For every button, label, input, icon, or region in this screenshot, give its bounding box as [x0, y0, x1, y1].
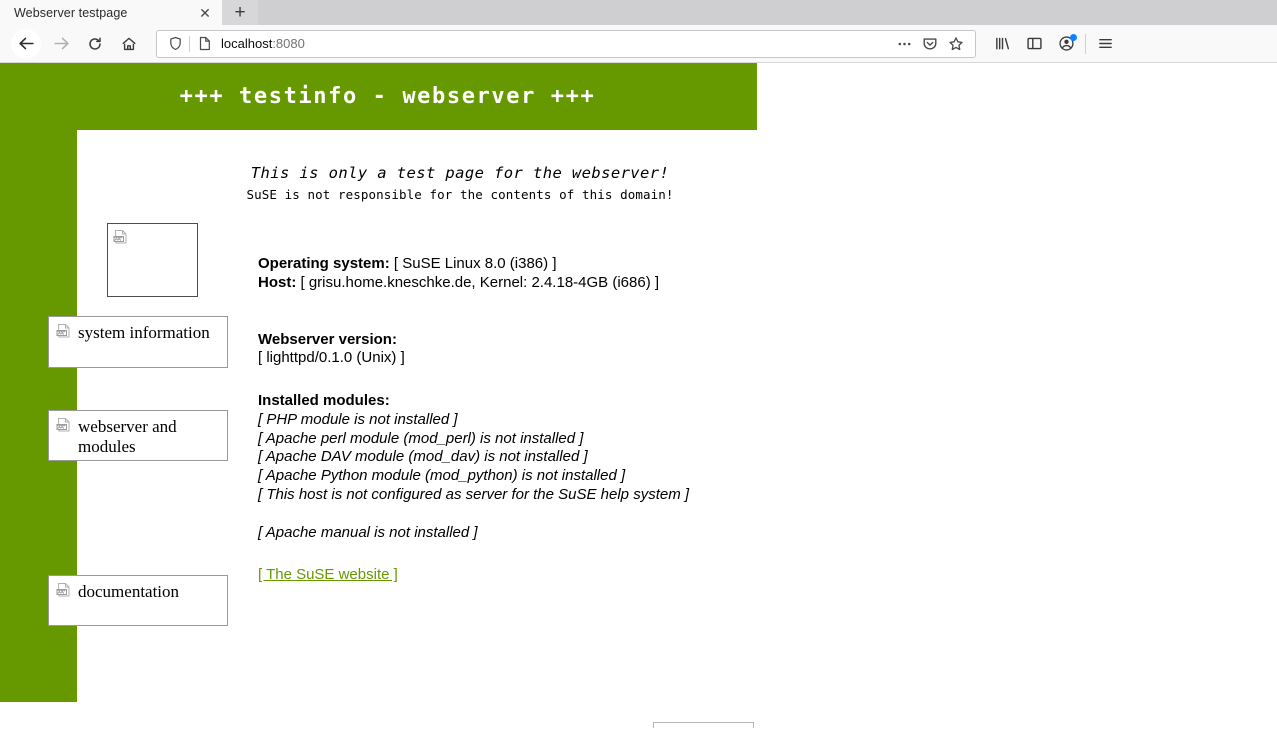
module-line: [ Apache Python module (mod_python) is n…: [258, 467, 626, 484]
host-value: [ grisu.home.kneschke.de, Kernel: 2.4.18…: [300, 273, 660, 291]
powered-by-suse-badge[interactable]: powered by SuSE: [653, 722, 754, 728]
host-line: Host: [ grisu.home.kneschke.de, Kernel: …: [258, 274, 958, 293]
tab-strip: Webserver testpage ✕ +: [0, 0, 1277, 25]
intro-block: This is only a test page for the webserv…: [160, 164, 760, 202]
host-label: Host:: [258, 273, 297, 291]
installed-modules-label: Installed modules:: [258, 392, 958, 411]
installed-modules-label-text: Installed modules:: [258, 392, 390, 409]
page-banner: +++ testinfo - webserver +++: [0, 63, 757, 130]
shield-icon[interactable]: [165, 36, 185, 51]
library-button[interactable]: [986, 29, 1018, 59]
module-line: [ This host is not configured as server …: [258, 485, 690, 503]
apache-manual-line: [ Apache manual is not installed ]: [258, 523, 478, 541]
sidebar-item-label: system information: [78, 323, 210, 342]
broken-image-icon: [56, 324, 70, 338]
address-bar-divider: [189, 35, 190, 52]
sidebar-item-system-information[interactable]: system information: [48, 316, 228, 368]
broken-image-icon: [56, 583, 70, 597]
account-button[interactable]: [1050, 29, 1082, 59]
reload-icon: [89, 36, 101, 50]
tab-title: Webserver testpage: [14, 5, 128, 20]
page-title: +++ testinfo - webserver +++: [179, 84, 596, 109]
sidebar-item-label: documentation: [78, 582, 180, 601]
webserver-version-value: [ lighttpd/0.1.0 (Unix) ]: [258, 349, 405, 367]
tab-close-icon[interactable]: ✕: [196, 4, 214, 22]
info-column: Operating system: [ SuSE Linux 8.0 (i386…: [258, 255, 958, 585]
webserver-version-label: Webserver version:: [258, 331, 958, 350]
home-icon: [122, 37, 136, 50]
sidebar-item-label: webserver and modules: [78, 417, 177, 457]
arrow-right-icon: [53, 37, 69, 50]
page-viewport: +++ testinfo - webserver +++ This is onl…: [0, 63, 1277, 728]
powered-by-label: powered by SuSE: [675, 727, 750, 728]
arrow-left-icon: [18, 37, 34, 50]
module-line: [ Apache perl module (mod_perl) is not i…: [258, 429, 584, 447]
module-line: [ PHP module is not installed ]: [258, 410, 458, 428]
operating-system-value: [ SuSE Linux 8.0 (i386) ]: [393, 255, 557, 272]
hamburger-menu-icon: [1098, 39, 1112, 48]
operating-system-label: Operating system:: [258, 255, 390, 272]
back-button-circle: [11, 28, 41, 59]
account-notification-dot: [1070, 33, 1077, 41]
webserver-version-label-text: Webserver version:: [258, 330, 397, 348]
toolbar-right-group: [986, 29, 1121, 59]
pocket-icon[interactable]: [917, 32, 943, 56]
intro-heading: This is only a test page for the webserv…: [250, 164, 670, 182]
star-icon[interactable]: [943, 32, 969, 56]
url-port: :8080: [272, 36, 305, 51]
address-bar[interactable]: localhost:8080: [156, 29, 976, 58]
sidebar-item-documentation[interactable]: documentation: [48, 575, 228, 626]
intro-disclaimer: SuSE is not responsible for the contents…: [246, 187, 674, 202]
forward-button: [44, 29, 78, 59]
sidebar-icon: [1026, 37, 1042, 50]
back-button[interactable]: [8, 28, 44, 59]
app-menu-button[interactable]: [1089, 29, 1121, 59]
broken-image-icon: [56, 418, 70, 432]
browser-tab-active[interactable]: Webserver testpage ✕: [0, 0, 222, 25]
browser-chrome: Webserver testpage ✕ + localhost:8080: [0, 0, 1277, 63]
suse-website-link[interactable]: [ The SuSE website ]: [258, 566, 398, 585]
library-icon: [995, 37, 1009, 50]
broken-image-icon: [113, 230, 127, 244]
address-bar-url[interactable]: localhost:8080: [214, 36, 891, 51]
reload-button[interactable]: [78, 29, 112, 59]
url-host: localhost: [221, 36, 273, 51]
sidebar-item-webserver-and-modules[interactable]: webserver and modules: [48, 410, 228, 461]
module-line: [ Apache DAV module (mod_dav) is not ins…: [258, 448, 588, 466]
toolbar-separator: [1085, 33, 1086, 54]
page-icon[interactable]: [196, 36, 214, 51]
navigation-toolbar: localhost:8080: [0, 25, 1277, 63]
operating-system-line: Operating system: [ SuSE Linux 8.0 (i386…: [258, 255, 958, 274]
hero-image-placeholder: [107, 223, 198, 297]
sidebar-button[interactable]: [1018, 29, 1050, 59]
new-tab-button[interactable]: +: [222, 0, 258, 25]
page-actions-icon[interactable]: [891, 32, 917, 56]
broken-image-icon: [659, 727, 675, 728]
home-button[interactable]: [112, 29, 146, 59]
